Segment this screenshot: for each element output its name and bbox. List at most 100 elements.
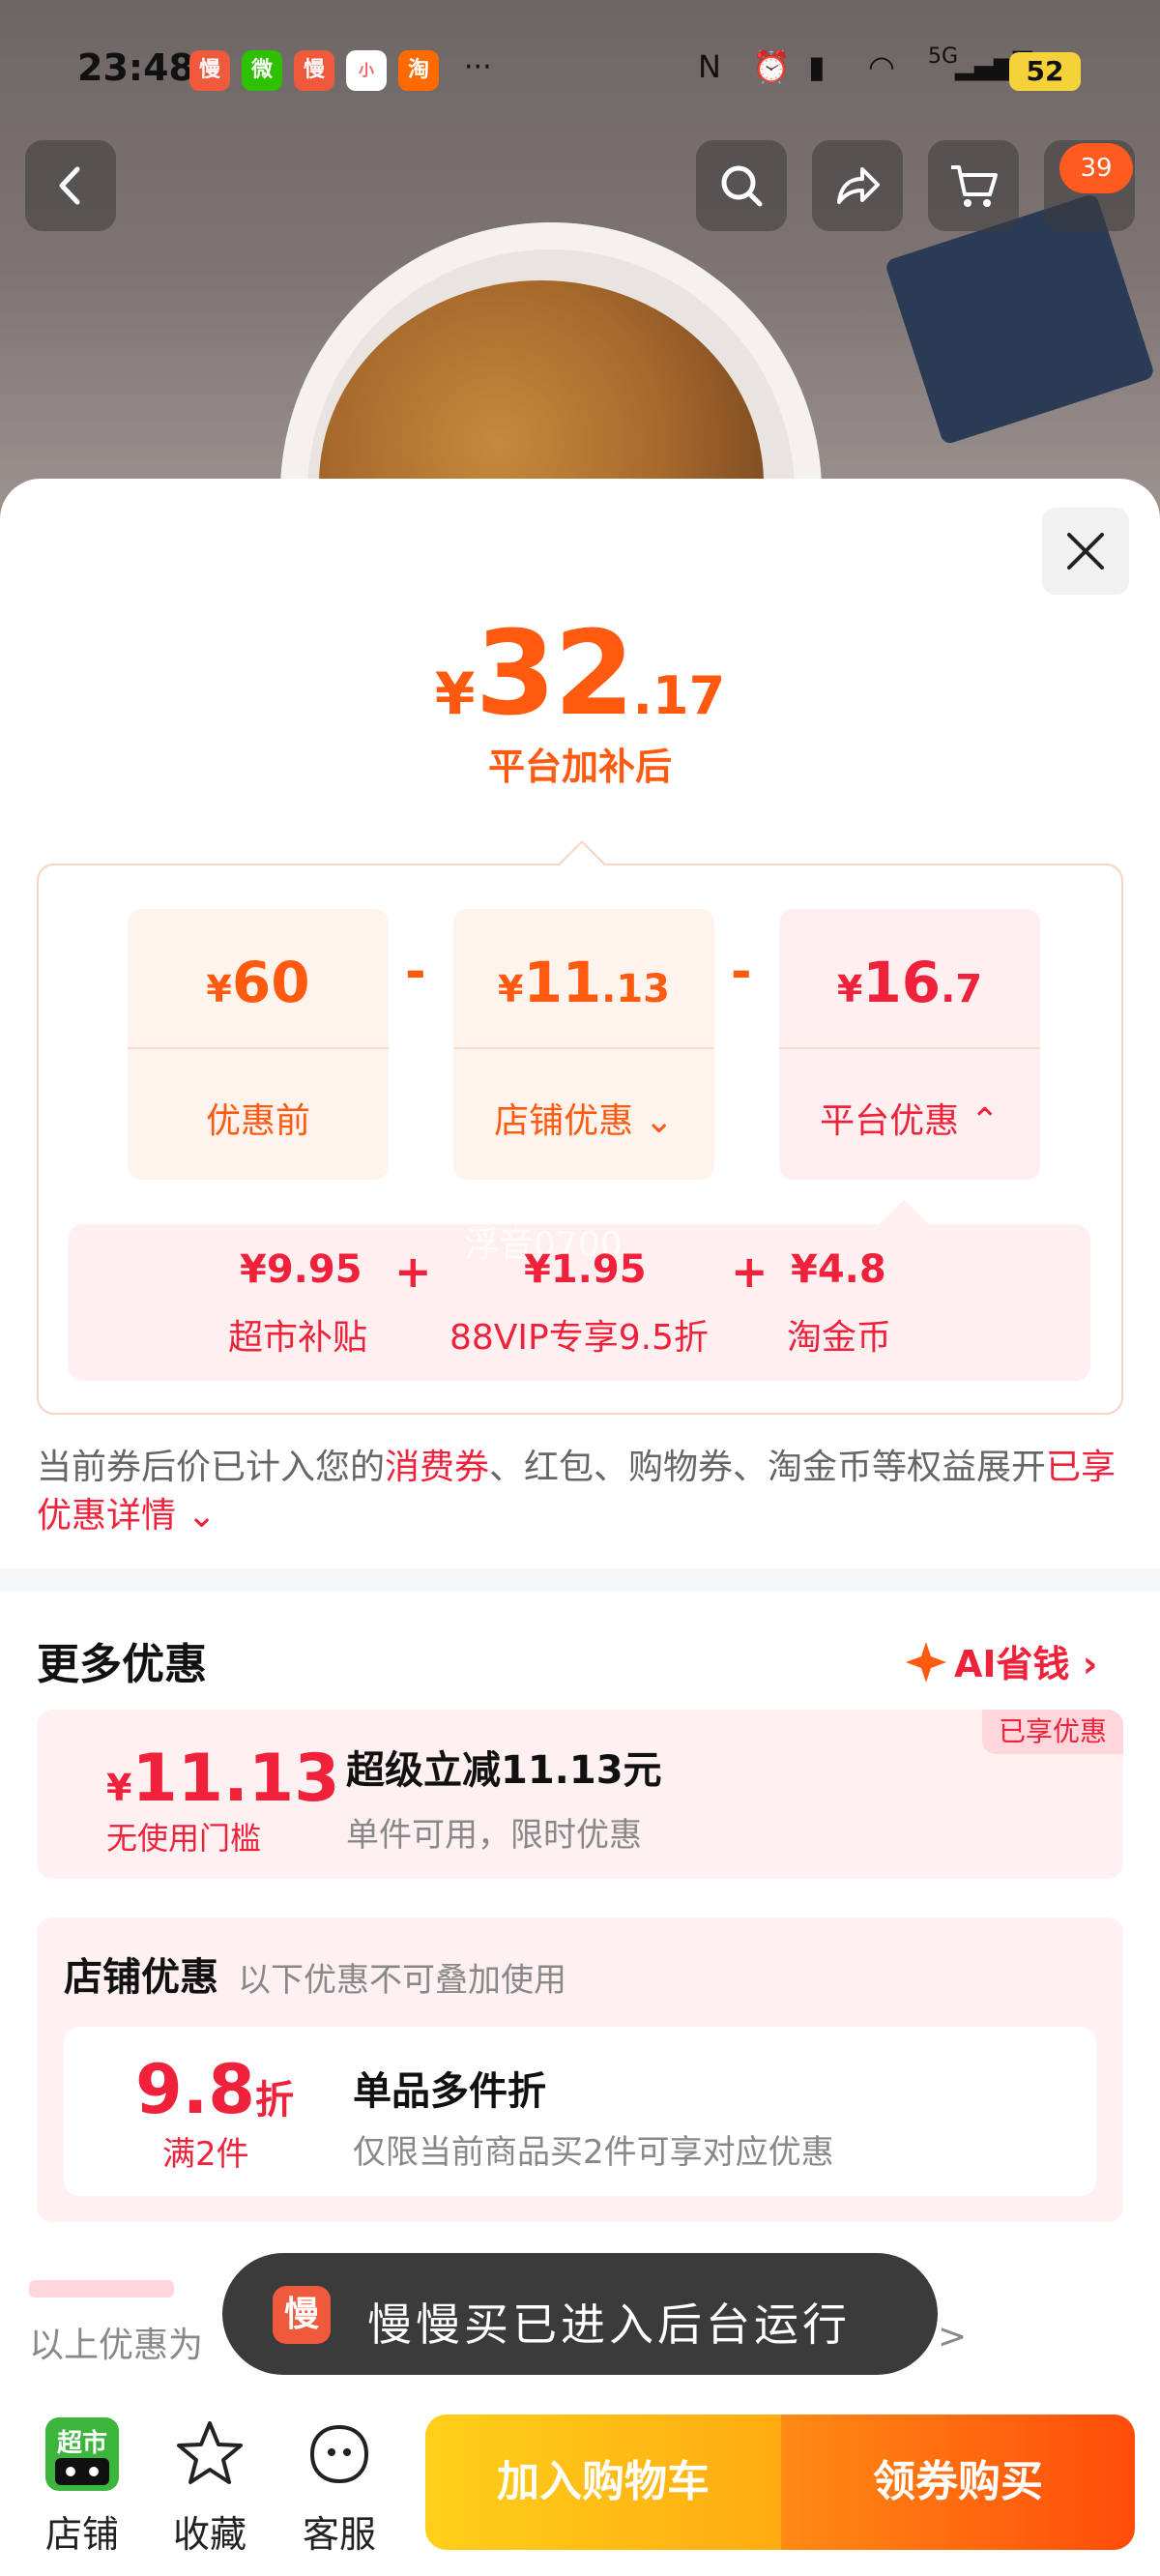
integer: 11 [523,950,602,1015]
plus-sign: + [394,1245,432,1298]
footer-note: 以上优惠为 [29,2326,204,2365]
note-text-2: 、红包、购物券、淘金币等权益展开 [489,1448,1047,1487]
message-badge: 39 [1059,143,1133,193]
app-icon-xiaohongshu: 小 [346,50,387,91]
customer-service-label: 客服 [302,2513,376,2556]
ai-save-money-label: AI省钱 [954,1643,1070,1685]
search-icon [721,165,763,207]
nfc-icon: N [698,48,721,85]
divider [453,1047,714,1049]
status-time: 23:48 [77,46,194,89]
star-icon [177,2421,243,2484]
note-text-1: 当前券后价已计入您的 [37,1448,386,1487]
coupon-value: 11.13 [131,1741,340,1817]
coupon-title: 超级立减11.13元 [346,1748,662,1793]
store-discount-text: 店铺优惠 [494,1101,634,1141]
share-icon [837,167,880,204]
integer: 60 [231,950,310,1015]
coupon-desc: 单件可用，限时优惠 [346,1816,642,1855]
app-icon-wechat: 微 [242,50,282,91]
vibrate-icon: ▮ [808,48,826,85]
tmall-icon-label: 超市 [56,2429,107,2458]
chevron-up-icon: ⌃ [970,1101,1000,1141]
divider [128,1047,389,1049]
cart-button[interactable] [928,140,1019,231]
vip-discount-value: ¥1.95 [524,1247,647,1292]
shop-label: 店铺 [44,2513,119,2556]
customer-service-button[interactable]: 客服 [296,2415,383,2556]
ai-save-money-link[interactable]: AI省钱 › [904,1634,1097,1687]
final-price-integer: 32 [475,607,635,742]
more-discounts-title: 更多优惠 [37,1640,207,1689]
integer: 16 [862,950,942,1015]
final-price-currency: ¥ [434,660,476,728]
search-button[interactable] [696,140,787,231]
discount-condition: 满2件 [162,2135,249,2174]
buy-with-coupon-button[interactable]: 领券购买 [781,2415,1135,2550]
add-to-cart-button[interactable]: 加入购物车 [425,2415,781,2550]
supermarket-subsidy-value: ¥9.95 [240,1247,362,1292]
platform-discount-box[interactable]: ¥16.7 平台优惠 ⌃ [779,909,1040,1180]
discount-rate: 9.8折 [135,2050,294,2129]
store-discount-box[interactable]: ¥11.13 店铺优惠 ⌄ [453,909,714,1180]
decimal: .13 [601,967,671,1011]
chevron-down-icon: ⌄ [187,1496,217,1536]
price-note: 当前券后价已计入您的消费券、红包、购物券、淘金币等权益展开已享优惠详情 ⌄ [37,1444,1119,1540]
status-bar: 23:48 慢 微 慢 小 淘 ··· N ⏰ ▮ ◠ 5G ▂▄▆█ 52 [0,0,1160,140]
divider [779,1047,1040,1049]
close-icon [1067,533,1104,570]
chevron-down-icon: ⌄ [644,1101,674,1141]
ai-spark-icon [906,1642,946,1683]
currency: ¥ [836,968,863,1010]
app-icon-manman-2: 慢 [294,50,334,91]
toast-text: 慢慢买已进入后台运行 [367,2298,851,2351]
favorite-label: 收藏 [172,2513,246,2556]
discount-value: 9.8 [135,2050,256,2129]
store-discount-note: 以下优惠不可叠加使用 [238,1961,566,2000]
original-price-label: 优惠前 [205,1101,310,1141]
enjoyed-tag: 已享优惠 [982,1710,1123,1754]
app-icon-manman: 慢 [189,50,230,91]
final-price-label: 平台加补后 [487,746,672,788]
chevron-right-icon: › [1082,1643,1098,1685]
store-discount-label: 店铺优惠 ⌄ [453,1093,714,1143]
minus-sign: - [405,943,426,1001]
customer-service-icon [309,2424,369,2484]
coupon-currency: ¥ [106,1767,132,1809]
app-icon-taobao: 淘 [398,50,439,91]
original-price-box: ¥60 优惠前 [128,909,389,1180]
signal-label: 5G [928,44,959,69]
decimal: .7 [941,967,983,1011]
chevron-right-icon[interactable]: > [938,2317,967,2356]
close-button[interactable] [1042,508,1129,595]
platform-discount-label: 平台优惠 ⌃ [779,1093,1040,1143]
section-divider [0,1568,1160,1592]
multi-item-desc: 仅限当前商品买2件可享对应优惠 [353,2133,834,2172]
original-price-value: ¥60 [128,950,389,1015]
coupon-threshold: 无使用门槛 [106,1820,262,1857]
supermarket-subsidy-label: 超市补贴 [228,1318,368,1358]
plus-sign-2: + [731,1245,768,1298]
back-button[interactable] [25,140,116,231]
platform-discount-text: 平台优惠 [820,1101,960,1141]
favorite-button[interactable]: 收藏 [166,2415,253,2556]
platform-discount-value: ¥16.7 [779,950,1040,1015]
more-notifications-icon: ··· [464,50,492,84]
battery-level: 52 [1009,52,1081,91]
multi-item-title: 单品多件折 [353,2069,546,2114]
note-highlight-coupon: 消费券 [385,1448,490,1487]
store-discount-value: ¥11.13 [453,950,714,1015]
discount-unit: 折 [255,2078,295,2122]
vip-discount-label: 88VIP专享9.5折 [450,1318,710,1358]
final-price-decimal: .17 [632,665,726,726]
share-button[interactable] [812,140,903,231]
final-price: ¥32.17 [0,607,1160,742]
minus-sign-2: - [731,943,752,1001]
back-icon [59,166,80,205]
store-discount-title: 店铺优惠 [64,1955,218,2000]
shop-button[interactable]: 超市 店铺 [39,2415,126,2556]
currency: ¥ [497,968,524,1010]
partial-tag [29,2280,174,2298]
taojinbi-value: ¥4.8 [791,1247,886,1292]
taojinbi-label: 淘金币 [787,1318,892,1358]
